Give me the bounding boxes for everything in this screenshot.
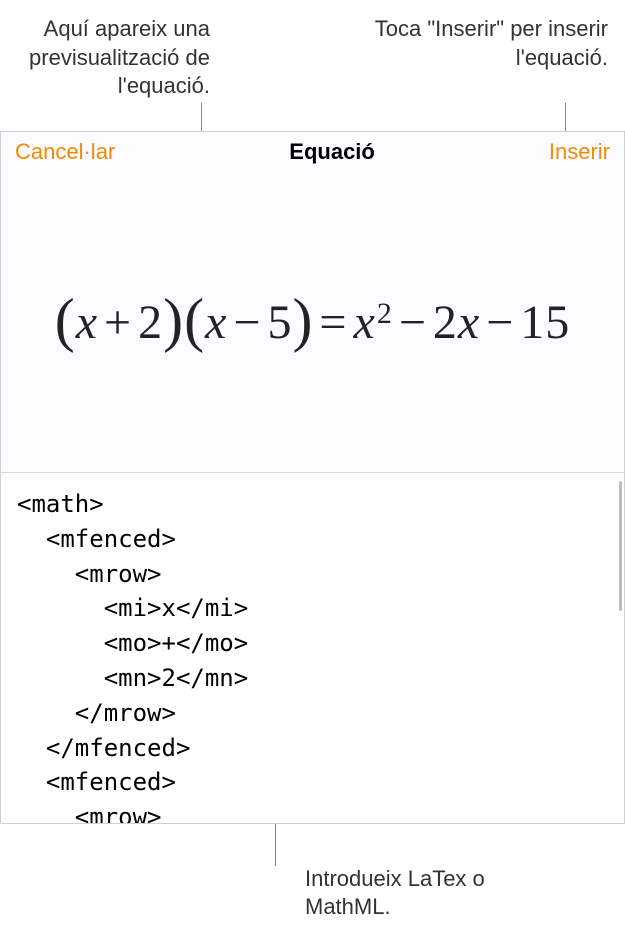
code-input-area[interactable]: <math> <mfenced> <mrow> <mi>x</mi> <mo>+… [1,473,624,823]
callout-insert: Toca "Inserir" per inserir l'equació. [308,15,608,72]
eq-num-15: 15 [520,295,570,350]
callout-preview: Aquí apareix una previsualització de l'e… [0,15,210,101]
scroll-indicator[interactable] [619,481,622,611]
eq-x-4: x [458,295,480,350]
eq-coef-2: 2 [433,295,458,350]
eq-rparen-2: ) [292,286,313,355]
eq-rparen-1: ) [163,286,184,355]
eq-x-1: x [76,295,98,350]
eq-minus-1: − [227,295,267,350]
insert-button[interactable]: Inserir [545,133,614,171]
dialog-title: Equació [289,139,375,165]
leader-line-insert [565,103,566,131]
equation-dialog: Cancel·lar Equació Inserir ( x + 2 ) ( x… [0,131,625,824]
eq-num-2: 2 [138,295,163,350]
dialog-navbar: Cancel·lar Equació Inserir [1,132,624,173]
eq-sup-2: 2 [377,297,393,331]
eq-equals: = [313,295,353,350]
eq-x-3: x [354,295,376,350]
cancel-button[interactable]: Cancel·lar [11,133,119,171]
eq-minus-3: − [480,295,520,350]
eq-num-5: 5 [267,295,292,350]
code-input-text[interactable]: <math> <mfenced> <mrow> <mi>x</mi> <mo>+… [1,473,624,823]
eq-plus-1: + [98,295,138,350]
eq-minus-2: − [393,295,433,350]
callout-code: Introdueix LaTex o MathML. [305,865,555,922]
equation-preview: ( x + 2 ) ( x − 5 ) = x 2 − 2 x − 15 [1,173,624,473]
eq-lparen-2: ( [184,286,205,355]
eq-lparen-1: ( [55,286,76,355]
equation-rendered: ( x + 2 ) ( x − 5 ) = x 2 − 2 x − 15 [55,288,571,357]
eq-x-2: x [205,295,227,350]
